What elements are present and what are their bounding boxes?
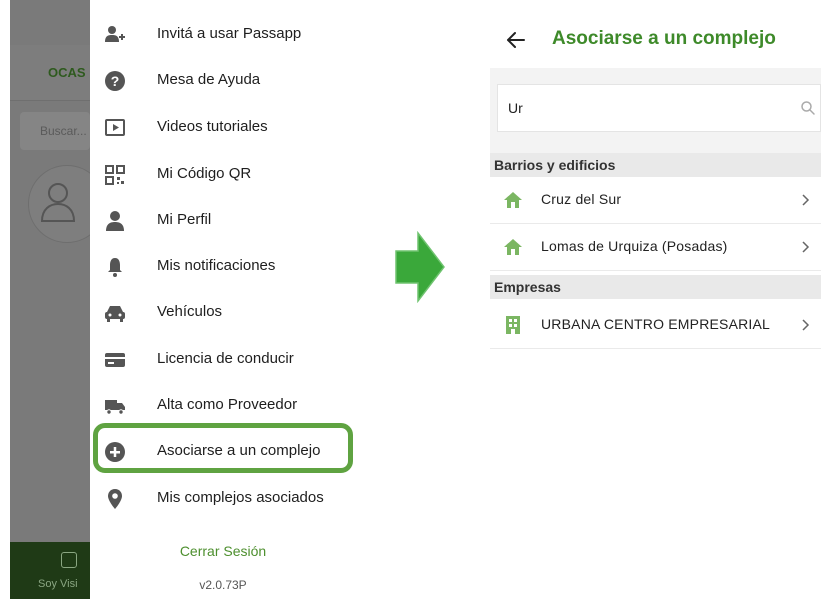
add-person-icon xyxy=(104,24,126,46)
background-avatar xyxy=(28,165,106,243)
list-item-label: Lomas de Urquiza (Posadas) xyxy=(541,238,728,254)
chevron-right-icon xyxy=(802,241,810,253)
visitor-icon xyxy=(61,552,77,568)
menu-item-label: Vehículos xyxy=(157,303,223,320)
credit-card-icon xyxy=(104,349,126,371)
menu-item-label: Videos tutoriales xyxy=(157,118,268,135)
svg-text:?: ? xyxy=(111,73,120,89)
section-header-companies: Empresas xyxy=(490,275,821,299)
plus-circle-icon xyxy=(104,441,126,463)
avatar-person-icon xyxy=(40,183,76,222)
bottom-nav-label: Soy Visi xyxy=(38,578,78,590)
background-search-input[interactable]: Buscar... xyxy=(20,112,90,150)
building-icon xyxy=(506,316,520,334)
location-pin-icon xyxy=(104,488,126,510)
menu-item-invite[interactable]: Invitá a usar Passapp xyxy=(90,12,356,58)
page-title: Asociarse a un complejo xyxy=(552,28,776,49)
section-title: Empresas xyxy=(494,279,561,295)
menu-item-qr[interactable]: Mi Código QR xyxy=(90,152,356,198)
background-search-placeholder: Buscar... xyxy=(40,124,87,138)
video-play-icon xyxy=(104,117,126,139)
qr-code-icon xyxy=(104,164,126,186)
section-title: Barrios y edificios xyxy=(494,157,616,173)
menu-item-label: Mi Código QR xyxy=(157,165,252,182)
list-item-label: Cruz del Sur xyxy=(541,191,622,207)
menu-item-label: Licencia de conducir xyxy=(157,350,294,367)
bell-icon xyxy=(104,256,126,278)
logout-link[interactable]: Cerrar Sesión xyxy=(90,543,356,559)
list-item-complex[interactable]: Cruz del Sur xyxy=(490,177,821,224)
version-label: v2.0.73P xyxy=(199,578,247,592)
list-item-complex[interactable]: Lomas de Urquiza (Posadas) xyxy=(490,224,821,271)
search-input[interactable] xyxy=(508,97,758,119)
menu-item-label: Mi Perfil xyxy=(157,211,212,228)
menu-item-label: Invitá a usar Passapp xyxy=(157,25,302,42)
section-header-neighborhoods: Barrios y edificios xyxy=(490,153,821,177)
menu-item-label: Alta como Proveedor xyxy=(157,396,298,413)
menu-item-label: Mis notificaciones xyxy=(157,257,276,274)
menu-item-videos[interactable]: Videos tutoriales xyxy=(90,105,356,151)
car-icon xyxy=(104,302,126,324)
left-screenshot: OCAS Buscar... Soy Visi Invitá a usar Pa… xyxy=(10,0,356,599)
menu-item-label: Mesa de Ayuda xyxy=(157,71,261,88)
help-circle-icon: ? xyxy=(104,70,126,92)
search-area xyxy=(490,68,821,153)
menu-item-join-complex[interactable]: Asociarse a un complejo xyxy=(90,429,356,475)
list-item-label: URBANA CENTRO EMPRESARIAL xyxy=(541,316,771,332)
background-bottom-nav[interactable]: Soy Visi xyxy=(10,542,90,599)
arrow-right-icon xyxy=(395,231,445,303)
list-item-complex[interactable]: URBANA CENTRO EMPRESARIAL xyxy=(490,302,821,349)
app-header: Asociarse a un complejo xyxy=(490,12,821,69)
house-icon xyxy=(504,239,522,255)
search-box[interactable] xyxy=(497,84,821,132)
menu-item-profile[interactable]: Mi Perfil xyxy=(90,198,356,244)
arrow-left-icon[interactable] xyxy=(504,28,528,52)
navigation-drawer: Invitá a usar Passapp ? Mesa de Ayuda Vi… xyxy=(90,0,356,599)
truck-icon xyxy=(104,395,126,417)
menu-item-label: Mis complejos asociados xyxy=(157,489,324,506)
menu-item-help[interactable]: ? Mesa de Ayuda xyxy=(90,58,356,104)
right-screenshot: Asociarse a un complejo Barrios y edific… xyxy=(490,12,821,599)
menu-item-license[interactable]: Licencia de conducir xyxy=(90,337,356,383)
menu-item-label: Asociarse a un complejo xyxy=(157,442,321,459)
background-tab[interactable]: OCAS xyxy=(10,45,90,101)
house-icon xyxy=(504,192,522,208)
menu-item-vehicles[interactable]: Vehículos xyxy=(90,290,356,336)
chevron-right-icon xyxy=(802,319,810,331)
person-icon xyxy=(104,210,126,232)
menu-item-notifications[interactable]: Mis notificaciones xyxy=(90,244,356,290)
search-icon[interactable] xyxy=(800,100,816,116)
background-tab-label: OCAS xyxy=(48,65,86,80)
chevron-right-icon xyxy=(802,194,810,206)
menu-item-my-complexes[interactable]: Mis complejos asociados xyxy=(90,476,356,522)
